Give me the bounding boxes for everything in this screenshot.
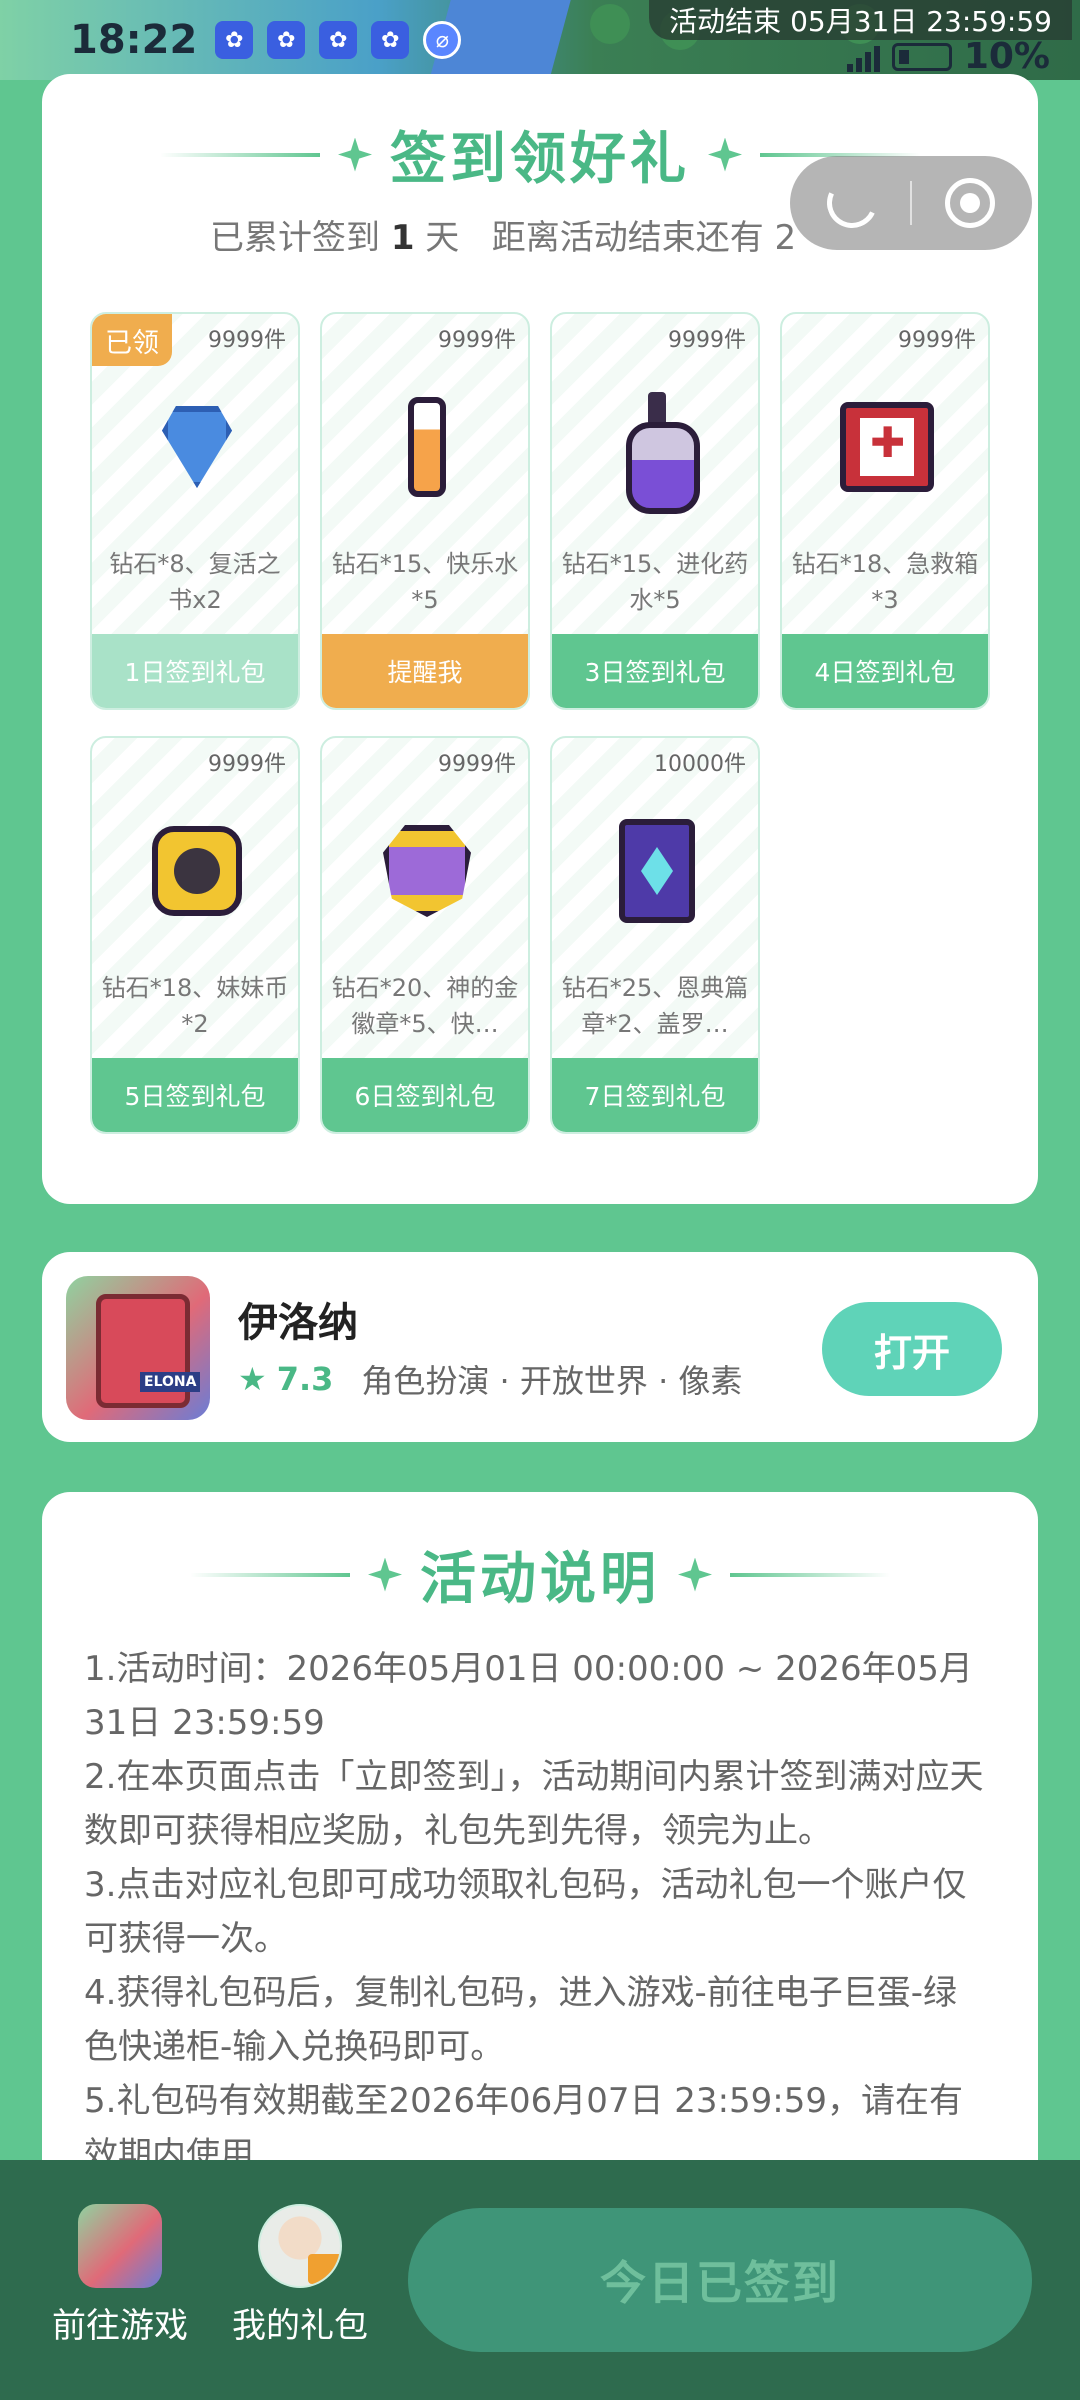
app-rating: 7.3 [276,1360,334,1398]
status-indicators: 10% [846,36,1050,77]
notification-icons: ✿ ✿ ✿ ✿ ⌀ [215,21,462,59]
gift-button-day-5[interactable]: 5日签到礼包 [92,1058,298,1132]
go-to-game-label: 前往游戏 [52,2306,188,2346]
app-notification-icon: ✿ [215,21,254,59]
card-icon [619,819,695,923]
sparkle-icon [678,1557,712,1592]
rules-title: 活动说明 [420,1547,660,1612]
coin-icon [152,826,242,916]
countdown-text: 距离活动结束还有 2 [491,218,797,258]
status-time: 18:22 [70,17,198,63]
gift-button-day-3[interactable]: 3日签到礼包 [552,634,758,708]
battery-icon [891,42,952,71]
gift-stock: 9999件 [898,328,976,353]
app-name: 伊洛纳 [238,1300,358,1346]
gift-description: 钻石*18、妹妹币*2 [101,974,289,1038]
open-app-button[interactable]: 打开 [822,1302,1002,1396]
gift-card-day-4[interactable]: 9999件 钻石*18、急救箱*3 4日签到礼包 [780,312,990,710]
gift-stock: 9999件 [208,752,286,777]
signin-title: 签到领好礼 [390,127,690,192]
app-notification-icon: ✿ [371,21,410,59]
gift-stock: 9999件 [668,328,746,353]
sparkle-icon [368,1557,402,1592]
first-aid-kit-icon [840,402,934,492]
subtitle-unit: 天 [425,218,460,258]
gift-description: 钻石*25、恩典篇章*2、盖罗… [561,974,749,1038]
remind-me-button[interactable]: 提醒我 [322,634,528,708]
my-gifts-button[interactable]: 我的礼包 [220,2204,380,2347]
gift-description: 钻石*15、进化药水*5 [561,550,749,614]
star-icon: ★ [238,1360,267,1398]
gift-card-day-5[interactable]: 9999件 钻石*18、妹妹币*2 5日签到礼包 [90,736,300,1134]
rules-body: 1.活动时间：2026年05月01日 00:00:00 ~ 2026年05月31… [84,1642,986,2182]
rules-card: 活动说明 1.活动时间：2026年05月01日 00:00:00 ~ 2026年… [42,1492,1038,2252]
activity-end-banner: 活动结束 05月31日 23:59:59 [649,0,1072,40]
gift-stock: 10000件 [654,752,746,777]
app-tags: 角色扮演 · 开放世界 · 像素 [361,1362,743,1400]
gift-card-day-3[interactable]: 9999件 钻石*15、进化药水*5 3日签到礼包 [550,312,760,710]
app-icon [66,1276,210,1420]
my-gifts-label: 我的礼包 [232,2306,368,2346]
gift-button-day-6[interactable]: 6日签到礼包 [322,1058,528,1132]
rule-line: 1.活动时间：2026年05月01日 00:00:00 ~ 2026年05月31… [84,1649,973,1743]
sparkle-icon [338,137,372,172]
signal-icon [846,42,880,72]
app-meta: ★ 7.3 角色扮演 · 开放世界 · 像素 [238,1356,742,1402]
app-notification-icon: ✿ [267,21,306,59]
bottle-icon [626,392,700,514]
signed-days-count: 1 [390,218,415,258]
rule-line: 2.在本页面点击「立即签到」，活动期间内累计签到满对应天数即可获得相应奖励，礼包… [84,1757,984,1851]
game-icon [78,2204,162,2288]
go-to-game-button[interactable]: 前往游戏 [40,2204,200,2347]
gift-card-day-2[interactable]: 9999件 钻石*15、快乐水*5 提醒我 [320,312,530,710]
potion-icon [408,397,446,497]
signed-today-button[interactable]: 今日已签到 [408,2208,1032,2352]
gift-grid: 已领 9999件 钻石*8、复活之书x2 1日签到礼包 9999件 钻石*15、… [90,312,990,1134]
sparkle-icon [708,137,742,172]
gift-stock: 9999件 [208,328,286,353]
close-target-icon[interactable] [945,178,996,228]
gift-description: 钻石*18、急救箱*3 [791,550,979,614]
gift-card-day-6[interactable]: 9999件 钻石*20、神的金徽章*5、快… 6日签到礼包 [320,736,530,1134]
avatar-gift-icon [258,2204,342,2288]
capsule-divider [909,181,912,225]
claimed-badge: 已领 [92,314,172,366]
gift-description: 钻石*8、复活之书x2 [109,550,281,614]
app-card[interactable]: 伊洛纳 ★ 7.3 角色扮演 · 开放世界 · 像素 打开 [42,1252,1038,1442]
battery-percent: 10% [963,36,1050,77]
rule-line: 3.点击对应礼包即可成功领取礼包码，活动礼包一个账户仅可获得一次。 [84,1865,967,1959]
share-icon[interactable] [819,170,884,236]
title-line-left [160,152,320,157]
title-line-right [730,1572,890,1577]
subtitle-prefix: 已累计签到 [210,218,380,258]
gift-button-day-1[interactable]: 1日签到礼包 [92,634,298,708]
gift-card-day-7[interactable]: 10000件 钻石*25、恩典篇章*2、盖罗… 7日签到礼包 [550,736,760,1134]
miniprogram-capsule [790,156,1032,250]
gold-badge-icon [383,825,471,917]
gift-description: 钻石*20、神的金徽章*5、快… [331,974,519,1038]
gift-stock: 9999件 [438,328,516,353]
bottom-bar: 前往游戏 我的礼包 今日已签到 [0,2160,1080,2400]
gift-description: 钻石*15、快乐水*5 [331,550,519,614]
rules-title-row: 活动说明 [42,1534,1038,1615]
diamond-icon [162,406,232,488]
gift-card-day-1[interactable]: 已领 9999件 钻石*8、复活之书x2 1日签到礼包 [90,312,300,710]
gift-button-day-4[interactable]: 4日签到礼包 [782,634,988,708]
gift-button-day-7[interactable]: 7日签到礼包 [552,1058,758,1132]
browser-notification-icon: ⌀ [423,21,462,59]
app-notification-icon: ✿ [319,21,358,59]
rule-line: 4.获得礼包码后，复制礼包码，进入游戏-前往电子巨蛋-绿色快递柜-输入兑换码即可… [84,1973,957,2067]
gift-stock: 9999件 [438,752,516,777]
title-line-left [190,1572,350,1577]
